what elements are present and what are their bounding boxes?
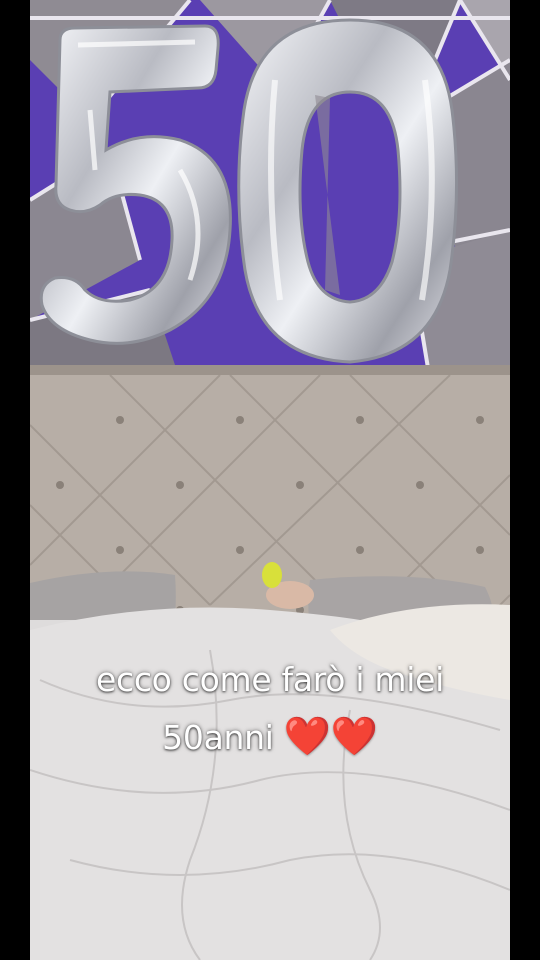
- balloon-five: [39, 24, 232, 345]
- balloon-zero: [237, 18, 459, 364]
- number-balloons: [39, 18, 459, 364]
- caption-line-1: ecco come farò i miei: [95, 660, 445, 699]
- caption-line-2: 50anni ❤️❤️: [0, 713, 540, 761]
- heart-emoji-icon: ❤️❤️: [283, 714, 378, 758]
- video-frame: [30, 0, 510, 960]
- caption-text: 50anni: [162, 718, 274, 757]
